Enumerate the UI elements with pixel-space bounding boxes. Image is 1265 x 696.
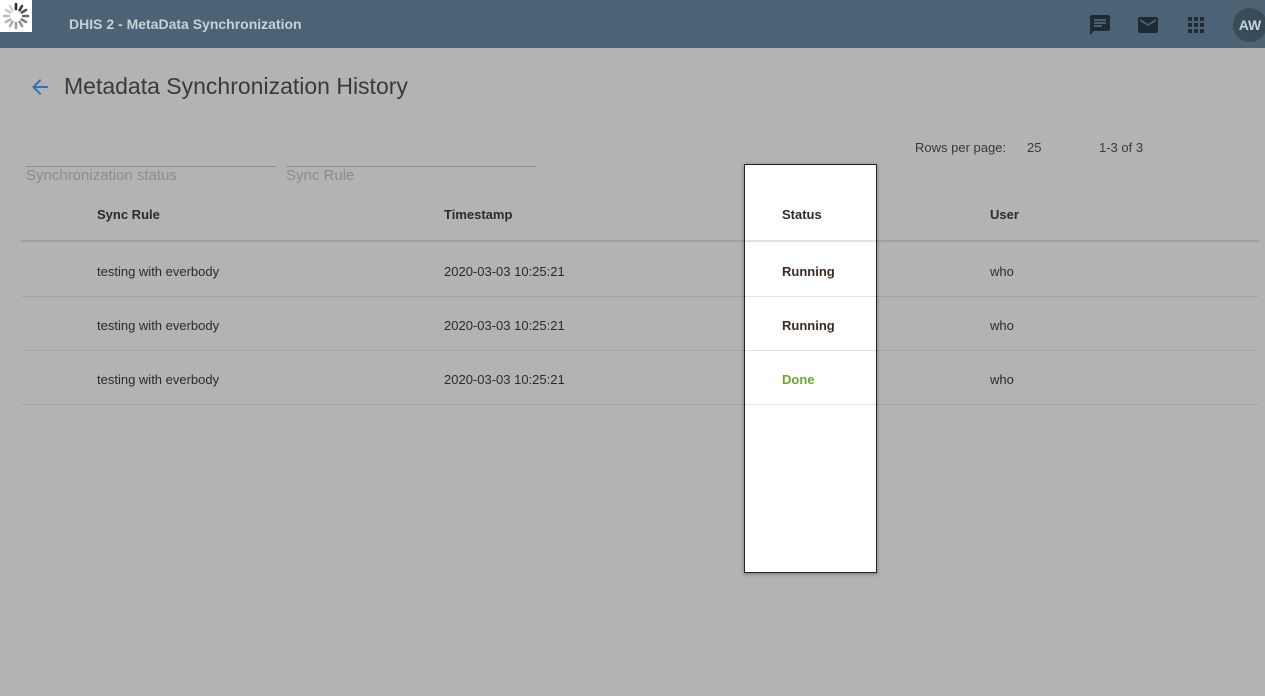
table-header: Sync Rule Timestamp User bbox=[21, 186, 1259, 242]
page-title: Metadata Synchronization History bbox=[64, 73, 408, 99]
message-icon[interactable] bbox=[1088, 13, 1112, 37]
status-done-text: Done bbox=[782, 372, 815, 387]
table-row[interactable]: testing with everbody 2020-03-03 10:25:2… bbox=[21, 297, 1259, 351]
status-cell: Running bbox=[745, 243, 876, 297]
column-header-user[interactable]: User bbox=[990, 207, 1019, 222]
mail-icon[interactable] bbox=[1136, 13, 1160, 37]
cell-sync-rule: testing with everbody bbox=[97, 264, 220, 279]
spinner-logo-icon[interactable] bbox=[0, 0, 32, 32]
cell-user: who bbox=[990, 264, 1014, 279]
cell-sync-rule: testing with everbody bbox=[97, 372, 220, 387]
user-avatar[interactable]: AW bbox=[1233, 8, 1265, 42]
status-running-text: Running bbox=[782, 264, 835, 279]
apps-icon[interactable] bbox=[1184, 13, 1208, 37]
column-header-timestamp[interactable]: Timestamp bbox=[444, 207, 512, 222]
sync-history-table: Sync Rule Timestamp User testing with ev… bbox=[21, 186, 1259, 408]
rows-per-page-label: Rows per page: bbox=[915, 140, 1007, 155]
pagination-range: 1-3 of 3 bbox=[1099, 140, 1144, 155]
cell-sync-rule: testing with everbody bbox=[97, 318, 220, 333]
cell-timestamp: 2020-03-03 10:25:21 bbox=[444, 318, 565, 333]
column-header-status[interactable]: Status bbox=[782, 207, 822, 222]
filter-placeholder: Synchronization status bbox=[26, 167, 177, 184]
table-row[interactable]: testing with everbody 2020-03-03 10:25:2… bbox=[21, 351, 1259, 405]
status-column-header-cell: Status bbox=[745, 186, 876, 242]
cell-user: who bbox=[990, 318, 1014, 333]
header-bar: DHIS 2 - MetaData Synchronization AW bbox=[0, 0, 1265, 48]
sync-rule-filter[interactable]: Sync Rule bbox=[286, 150, 536, 186]
cell-timestamp: 2020-03-03 10:25:21 bbox=[444, 264, 565, 279]
app-title: DHIS 2 - MetaData Synchronization bbox=[69, 16, 302, 32]
status-cell: Running bbox=[745, 297, 876, 351]
status-column-highlight: Status Running Running Done bbox=[744, 164, 877, 573]
sync-status-filter[interactable]: Synchronization status bbox=[26, 150, 276, 186]
rows-per-page-select[interactable]: 25 bbox=[1027, 140, 1041, 155]
filter-placeholder: Sync Rule bbox=[286, 167, 355, 184]
cell-timestamp: 2020-03-03 10:25:21 bbox=[444, 372, 565, 387]
arrow-back-icon[interactable] bbox=[28, 75, 52, 99]
status-cell: Done bbox=[745, 351, 876, 405]
status-running-text: Running bbox=[782, 318, 835, 333]
cell-user: who bbox=[990, 372, 1014, 387]
column-header-sync-rule[interactable]: Sync Rule bbox=[97, 207, 160, 222]
table-row[interactable]: testing with everbody 2020-03-03 10:25:2… bbox=[21, 243, 1259, 297]
